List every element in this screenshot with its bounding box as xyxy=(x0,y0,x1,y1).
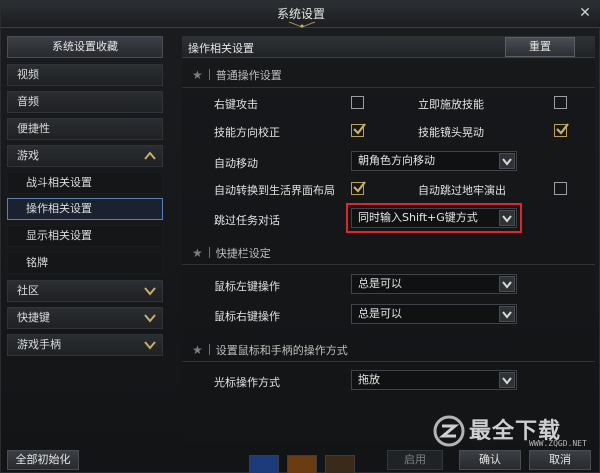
dropdown-value: 拖放 xyxy=(358,373,380,386)
reset-all-button[interactable]: 全部初始化 xyxy=(7,450,79,470)
background-thumbnails xyxy=(249,455,359,473)
sidebar-item-display[interactable]: 显示相关设置 xyxy=(7,225,163,247)
chevron-down-icon xyxy=(499,372,515,388)
chevron-down-icon xyxy=(499,210,515,226)
skill-camera-shake-label: 技能镜头晃动 xyxy=(418,126,484,139)
sidebar-item-gamepad[interactable]: 游戏手柄 xyxy=(7,334,163,356)
thumbnail xyxy=(287,455,317,473)
star-icon[interactable]: ★ xyxy=(192,246,203,260)
sidebar-item-label: 社区 xyxy=(17,284,39,297)
sidebar-item-label: 操作相关设置 xyxy=(26,202,92,215)
sidebar-favorites-button[interactable]: 系统设置收藏 xyxy=(7,36,163,58)
chevron-down-icon xyxy=(144,287,156,296)
dropdown-value: 总是可以 xyxy=(358,307,402,320)
sidebar-item-label: 显示相关设置 xyxy=(26,229,92,242)
sidebar-item-label: 快捷键 xyxy=(17,311,50,324)
dropdown-value: 同时输入Shift+G键方式 xyxy=(358,211,478,224)
confirm-button[interactable]: 确认 xyxy=(459,450,521,470)
auto-move-label: 自动移动 xyxy=(214,157,258,170)
sidebar-item-hotkeys[interactable]: 快捷键 xyxy=(7,307,163,329)
sidebar-item-operation[interactable]: 操作相关设置 xyxy=(7,198,163,220)
settings-window: 系统设置 ✕ 系统设置收藏 视频 音频 便捷性 游戏 战斗相关设置 操作相关设置 xyxy=(0,0,600,473)
left-click-dropdown[interactable]: 总是可以 xyxy=(351,274,517,294)
sidebar-item-label: 视频 xyxy=(17,68,39,81)
chevron-down-icon xyxy=(499,153,515,169)
watermark: 最全下载 WWW.ZQGD.NET xyxy=(433,411,595,453)
watermark-logo-icon xyxy=(433,415,465,447)
divider xyxy=(182,264,595,265)
title-ornament-icon xyxy=(288,21,316,28)
chevron-down-icon xyxy=(499,276,515,292)
sidebar-item-label: 音频 xyxy=(17,95,39,108)
skill-direction-label: 技能方向校正 xyxy=(214,126,280,139)
sidebar-item-community[interactable]: 社区 xyxy=(7,280,163,302)
sidebar-item-label: 便捷性 xyxy=(17,122,50,135)
skip-dialog-label: 跳过任务对话 xyxy=(214,214,280,227)
auto-skip-dungeon-label: 自动跳过地牢演出 xyxy=(418,184,506,197)
star-icon[interactable]: ★ xyxy=(192,68,203,82)
instant-cast-label: 立即施放技能 xyxy=(418,98,484,111)
apply-button[interactable]: 启用 xyxy=(387,450,443,470)
sidebar-item-combat[interactable]: 战斗相关设置 xyxy=(7,172,163,194)
sidebar-item-nameplate[interactable]: 铭牌 xyxy=(7,252,163,274)
auto-skip-dungeon-checkbox[interactable] xyxy=(554,182,567,195)
checkmark-icon xyxy=(353,181,366,193)
section-title: 快捷栏设定 xyxy=(215,247,271,260)
skill-direction-checkbox[interactable] xyxy=(351,123,366,137)
sidebar: 系统设置收藏 视频 音频 便捷性 游戏 战斗相关设置 操作相关设置 显示相关设置… xyxy=(7,36,163,456)
checkmark-icon xyxy=(556,123,569,135)
checkmark-icon xyxy=(353,123,366,135)
sidebar-item-label: 游戏 xyxy=(17,149,39,162)
thumbnail xyxy=(325,455,355,473)
thumbnail xyxy=(249,455,279,473)
watermark-url: WWW.ZQGD.NET xyxy=(529,439,587,448)
close-button[interactable]: ✕ xyxy=(577,5,593,21)
settings-content: ★ 普通操作设置 右键攻击 立即施放技能 技能方向校正 技能镜头晃动 自动移动 朝… xyxy=(182,59,595,445)
skip-dialog-dropdown[interactable]: 同时输入Shift+G键方式 xyxy=(346,203,522,233)
dropdown-value: 总是可以 xyxy=(358,277,402,290)
sidebar-item-convenience[interactable]: 便捷性 xyxy=(7,118,163,140)
right-click-dropdown[interactable]: 总是可以 xyxy=(351,304,517,324)
panel-title: 操作相关设置 xyxy=(188,42,254,55)
auto-switch-life-label: 自动转换到生活界面布局 xyxy=(214,184,335,197)
sidebar-item-audio[interactable]: 音频 xyxy=(7,91,163,113)
section-header-mouse-pad: ★ 设置鼠标和手柄的操作方式 xyxy=(192,342,348,358)
cancel-button[interactable]: 取消 xyxy=(529,450,591,470)
sidebar-item-label: 战斗相关设置 xyxy=(26,176,92,189)
dropdown-value: 朝角色方向移动 xyxy=(358,154,435,167)
right-click-attack-checkbox[interactable] xyxy=(351,96,364,109)
star-icon[interactable]: ★ xyxy=(192,343,203,357)
chevron-up-icon xyxy=(144,151,156,160)
auto-switch-life-checkbox[interactable] xyxy=(351,181,366,195)
cursor-mode-label: 光标操作方式 xyxy=(214,376,280,389)
sidebar-item-game[interactable]: 游戏 xyxy=(7,145,163,167)
section-header-general: ★ 普通操作设置 xyxy=(192,67,282,83)
cursor-mode-dropdown[interactable]: 拖放 xyxy=(351,370,517,390)
chevron-down-icon xyxy=(499,306,515,322)
title-bar: 系统设置 ✕ xyxy=(1,1,600,28)
panel-header: 操作相关设置 重置 xyxy=(182,36,595,58)
section-title: 普通操作设置 xyxy=(215,69,282,82)
instant-cast-checkbox[interactable] xyxy=(554,96,567,109)
sidebar-item-label: 游戏手柄 xyxy=(17,338,61,351)
skill-camera-shake-checkbox[interactable] xyxy=(554,123,569,137)
divider xyxy=(182,361,595,362)
sidebar-item-label: 铭牌 xyxy=(26,256,48,269)
chevron-down-icon xyxy=(144,314,156,323)
reset-button[interactable]: 重置 xyxy=(505,37,575,57)
sidebar-item-video[interactable]: 视频 xyxy=(7,64,163,86)
chevron-down-icon xyxy=(144,341,156,350)
left-click-label: 鼠标左键操作 xyxy=(214,280,280,293)
section-header-quickbar: ★ 快捷栏设定 xyxy=(192,245,271,261)
section-title: 设置鼠标和手柄的操作方式 xyxy=(215,344,348,357)
right-click-label: 鼠标右键操作 xyxy=(214,310,280,323)
right-click-attack-label: 右键攻击 xyxy=(214,98,258,111)
divider xyxy=(182,87,595,88)
auto-move-dropdown[interactable]: 朝角色方向移动 xyxy=(351,151,517,171)
